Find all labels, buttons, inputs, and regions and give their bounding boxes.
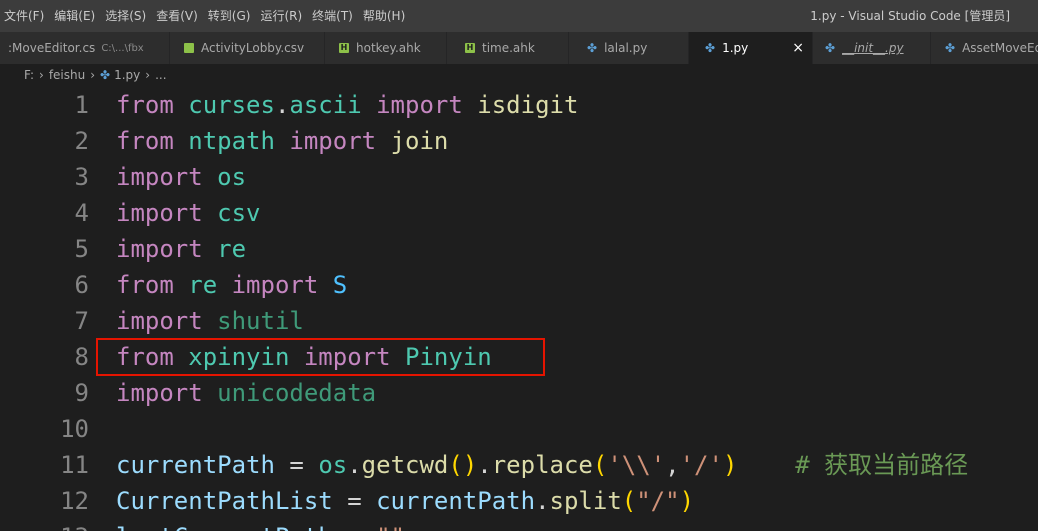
- window-title: 1.py - Visual Studio Code [管理员]: [810, 9, 1010, 23]
- menu-go[interactable]: 转到(G): [203, 0, 256, 32]
- line-number: 4: [74, 199, 89, 227]
- line-number: 11: [60, 451, 89, 479]
- tab-lalal-py[interactable]: ✤ lalal.py: [569, 32, 689, 64]
- tab-label: lalal.py: [604, 41, 648, 55]
- code-line[interactable]: 9 import unicodedata: [0, 375, 1038, 411]
- line-number: 2: [74, 127, 89, 155]
- code-line[interactable]: 12 CurrentPathList = currentPath.split("/…: [0, 483, 1038, 519]
- line-number: 10: [60, 415, 89, 443]
- tab-label: time.ahk: [482, 41, 535, 55]
- code-line[interactable]: 5 import re: [0, 231, 1038, 267]
- code-line[interactable]: 2 from ntpath import join: [0, 123, 1038, 159]
- tab-label: hotkey.ahk: [356, 41, 421, 55]
- tab-assetmoveeditor[interactable]: ✤ AssetMoveEd: [931, 32, 1038, 64]
- menu-selection[interactable]: 选择(S): [100, 0, 151, 32]
- chevron-right-icon: ›: [39, 68, 44, 82]
- tab-activitylobby-csv[interactable]: ActivityLobby.csv: [170, 32, 325, 64]
- csharp-file-icon: ✤: [945, 41, 956, 55]
- tab-label: ActivityLobby.csv: [201, 41, 305, 55]
- menu-view[interactable]: 查看(V): [151, 0, 203, 32]
- line-code: from ntpath import join: [116, 127, 449, 155]
- line-number: 9: [74, 379, 89, 407]
- code-line[interactable]: 4 import csv: [0, 195, 1038, 231]
- tab-1-py[interactable]: ✤ 1.py ×: [689, 32, 813, 64]
- line-number: 12: [60, 487, 89, 515]
- code-line[interactable]: 13 lastCurrentPath = "": [0, 519, 1038, 531]
- code-editor[interactable]: 1 from curses.ascii import isdigit 2 from n…: [0, 86, 1038, 531]
- csv-file-icon: [184, 43, 194, 53]
- line-code: from re import S: [116, 271, 348, 299]
- ahk-file-icon: H: [339, 43, 349, 53]
- code-line[interactable]: 7 import shutil: [0, 303, 1038, 339]
- tab-path: C:\...\fbx: [101, 42, 144, 54]
- code-line[interactable]: 11 currentPath = os.getcwd().replace('\\'…: [0, 447, 1038, 483]
- line-number: 8: [74, 343, 89, 371]
- chevron-right-icon: ›: [145, 68, 151, 82]
- menu-file[interactable]: 文件(F): [0, 0, 49, 32]
- line-number: 5: [74, 235, 89, 263]
- editor-tab-bar: :MoveEditor.cs C:\...\fbx ActivityLobby.…: [0, 32, 1038, 64]
- line-code: import csv: [116, 199, 261, 227]
- tab-moveeditor-cs[interactable]: :MoveEditor.cs C:\...\fbx: [0, 32, 170, 64]
- line-number: 6: [74, 271, 89, 299]
- menu-run[interactable]: 运行(R): [255, 0, 307, 32]
- tab-label: AssetMoveEd: [962, 41, 1038, 55]
- title-bar: 文件(F) 编辑(E) 选择(S) 查看(V) 转到(G) 运行(R) 终端(T…: [0, 0, 1038, 32]
- ahk-file-icon: H: [465, 43, 475, 53]
- line-number: 13: [40, 519, 89, 531]
- breadcrumb-more[interactable]: ...: [155, 68, 166, 82]
- menu-help[interactable]: 帮助(H): [358, 0, 410, 32]
- close-icon[interactable]: ×: [792, 32, 804, 64]
- line-code: import unicodedata: [116, 379, 377, 407]
- line-code: from curses.ascii import isdigit: [116, 91, 579, 119]
- line-code: import re: [116, 235, 247, 263]
- line-code: CurrentPathList = currentPath.split("/"): [116, 487, 695, 515]
- code-line[interactable]: 6 from re import S: [0, 267, 1038, 303]
- python-file-icon: ✤: [825, 41, 836, 55]
- menu-edit[interactable]: 编辑(E): [49, 0, 100, 32]
- python-file-icon: ✤: [587, 41, 598, 55]
- tab-label: __init__.py: [842, 41, 904, 55]
- menu-bar: 文件(F) 编辑(E) 选择(S) 查看(V) 转到(G) 运行(R) 终端(T…: [0, 0, 410, 32]
- breadcrumb-folder[interactable]: feishu: [49, 68, 85, 82]
- breadcrumb-file[interactable]: 1.py: [114, 68, 140, 82]
- chevron-right-icon: ›: [90, 68, 96, 82]
- line-code: currentPath = os.getcwd().replace('\\','…: [116, 451, 969, 479]
- line-number: 3: [74, 163, 89, 191]
- line-code: import shutil: [116, 307, 304, 335]
- line-number: 7: [74, 307, 89, 335]
- line-number: 1: [74, 91, 89, 119]
- tab-label: :MoveEditor.cs: [8, 41, 96, 55]
- tab-hotkey-ahk[interactable]: H hotkey.ahk: [325, 32, 447, 64]
- menu-terminal[interactable]: 终端(T): [307, 0, 358, 32]
- tab-time-ahk[interactable]: H time.ahk: [447, 32, 569, 64]
- code-line[interactable]: 3 import os: [0, 159, 1038, 195]
- line-code: lastCurrentPath = "": [116, 519, 405, 531]
- breadcrumb-drive[interactable]: F:: [24, 68, 34, 82]
- code-line[interactable]: 10: [0, 411, 1038, 447]
- tab-label: 1.py: [722, 41, 749, 55]
- tab-init-py[interactable]: ✤ __init__.py: [813, 32, 931, 64]
- python-file-icon: ✤: [100, 68, 111, 82]
- code-line[interactable]: 1 from curses.ascii import isdigit: [0, 87, 1038, 123]
- line-code: import os: [116, 163, 247, 191]
- python-file-icon: ✤: [705, 41, 716, 55]
- breadcrumb: F: › feishu › ✤ 1.py › ...: [0, 64, 1038, 86]
- highlight-box: [96, 338, 545, 376]
